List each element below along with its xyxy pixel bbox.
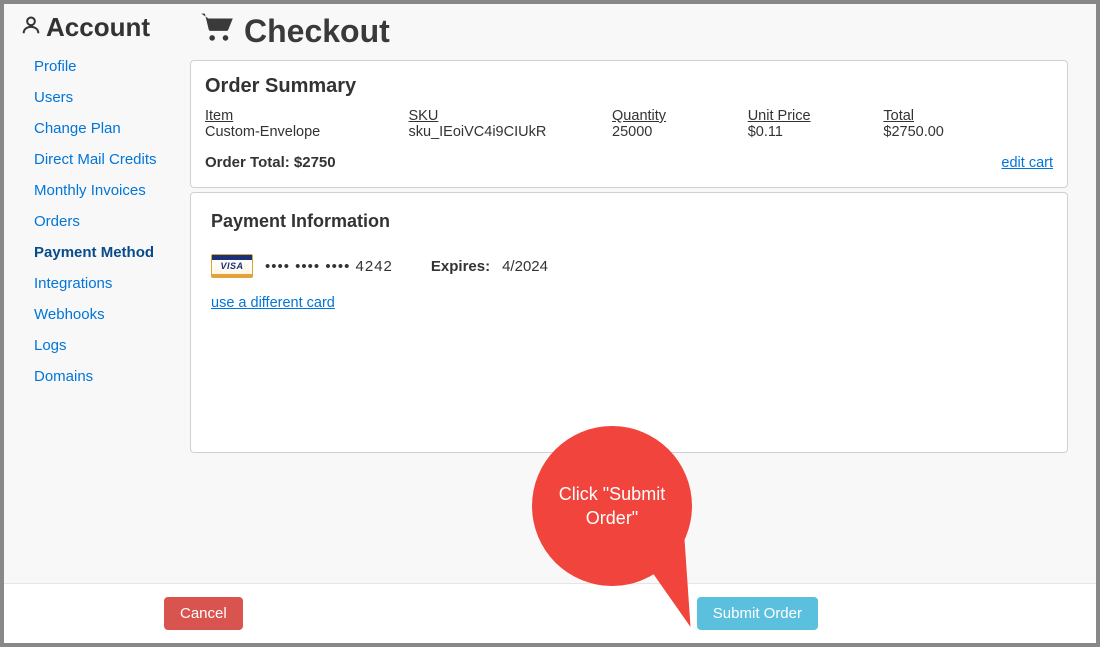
order-total: Order Total: $2750: [205, 154, 336, 171]
edit-cart-link[interactable]: edit cart: [1001, 155, 1053, 171]
cell-item: Custom-Envelope: [205, 124, 409, 140]
sidebar-item-logs[interactable]: Logs: [20, 330, 184, 361]
sidebar-title-text: Account: [46, 12, 150, 43]
card-last4: •••• •••• •••• 4242: [265, 258, 393, 275]
user-icon: [20, 12, 42, 43]
cell-sku: sku_IEoiVC4i9CIUkR: [409, 124, 613, 140]
cell-unit-price: $0.11: [748, 124, 884, 140]
cell-quantity: 25000: [612, 124, 748, 140]
annotation-callout: Click "Submit Order": [532, 426, 692, 586]
card-row: VISA •••• •••• •••• 4242 Expires: 4/2024: [211, 254, 1047, 278]
col-total: Total: [883, 108, 1053, 124]
col-unit-price: Unit Price: [748, 108, 884, 124]
annotation-text: Click "Submit Order": [532, 482, 692, 531]
col-sku: SKU: [409, 108, 613, 124]
cell-total: $2750.00: [883, 124, 1053, 140]
sidebar-item-integrations[interactable]: Integrations: [20, 268, 184, 299]
cancel-button[interactable]: Cancel: [164, 597, 243, 630]
sidebar-title: Account: [20, 12, 184, 43]
sidebar-item-payment-method[interactable]: Payment Method: [20, 237, 184, 268]
sidebar-item-webhooks[interactable]: Webhooks: [20, 299, 184, 330]
order-table: Item SKU Quantity Unit Price Total Custo…: [205, 108, 1053, 140]
sidebar-item-change-plan[interactable]: Change Plan: [20, 113, 184, 144]
table-row: Custom-Envelope sku_IEoiVC4i9CIUkR 25000…: [205, 124, 1053, 140]
cart-icon: [200, 12, 234, 50]
order-summary-card: Order Summary Item SKU Quantity Unit Pri…: [190, 60, 1068, 188]
sidebar-item-direct-mail-credits[interactable]: Direct Mail Credits: [20, 144, 184, 175]
sidebar-item-profile[interactable]: Profile: [20, 51, 184, 82]
sidebar-item-users[interactable]: Users: [20, 82, 184, 113]
use-different-card-link[interactable]: use a different card: [211, 295, 335, 311]
order-summary-title: Order Summary: [205, 75, 1053, 98]
col-item: Item: [205, 108, 409, 124]
col-quantity: Quantity: [612, 108, 748, 124]
sidebar-item-orders[interactable]: Orders: [20, 206, 184, 237]
payment-title: Payment Information: [211, 211, 1047, 232]
nav-list: Profile Users Change Plan Direct Mail Cr…: [20, 51, 184, 392]
payment-card: Payment Information VISA •••• •••• •••• …: [190, 192, 1068, 453]
footer-bar: Cancel Submit Order: [4, 583, 1096, 643]
visa-icon: VISA: [211, 254, 253, 278]
sidebar-item-monthly-invoices[interactable]: Monthly Invoices: [20, 175, 184, 206]
expires-value: 4/2024: [502, 258, 548, 275]
sidebar-item-domains[interactable]: Domains: [20, 361, 184, 392]
expires-label: Expires:: [431, 258, 490, 275]
page-title-text: Checkout: [244, 13, 390, 50]
page-title: Checkout: [200, 12, 1068, 50]
sidebar: Account Profile Users Change Plan Direct…: [4, 4, 184, 579]
